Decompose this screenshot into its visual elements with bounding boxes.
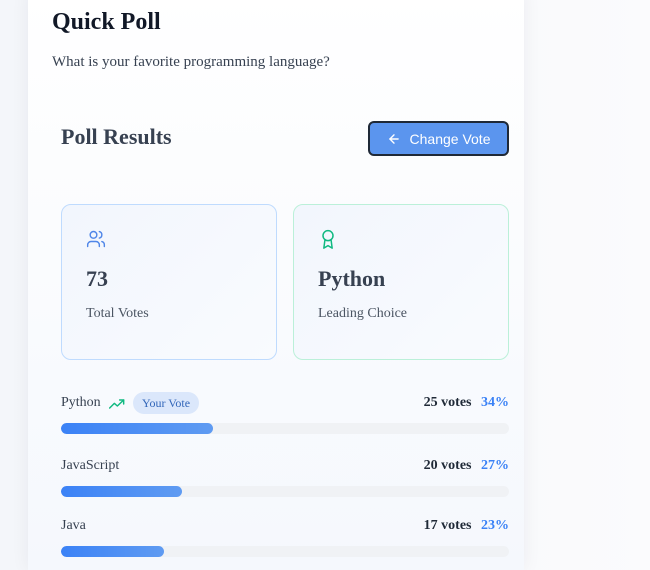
results-title: Poll Results [61,124,172,149]
leading-choice-label: Leading Choice [318,306,408,321]
change-vote-button[interactable]: Change Vote [368,121,509,156]
option-stats: 25 votes 34% [424,395,509,411]
poll-option-python: Python Your Vote 25 votes 34% [61,392,509,434]
option-name: Java [61,518,86,533]
progress-bar-track [61,546,509,557]
total-votes-value: 73 [86,266,108,291]
poll-question: What is your favorite programming langua… [52,54,330,70]
option-name: Python [61,395,101,410]
vote-percent: 27% [481,458,509,473]
your-vote-badge: Your Vote [133,392,200,414]
total-votes-label: Total Votes [86,306,149,321]
leading-choice-value: Python [318,266,386,291]
option-stats: 20 votes 27% [424,458,509,474]
vote-count: 25 votes [423,395,472,410]
total-votes-card: 73 Total Votes [61,204,277,360]
option-name: JavaScript [61,458,120,473]
progress-bar-track [61,486,509,497]
trending-up-icon [109,399,125,409]
progress-bar-track [61,423,509,434]
poll-title: Quick Poll [52,9,161,35]
progress-bar-fill [61,423,214,434]
arrow-left-icon [388,133,399,144]
poll-option-javascript: JavaScript 20 votes 27% [61,455,509,497]
leading-choice-card: Python Leading Choice [293,204,509,360]
change-vote-label: Change Vote [409,130,491,147]
option-stats: 17 votes 23% [424,518,509,534]
vote-count: 20 votes [423,458,472,473]
vote-percent: 23% [481,518,509,533]
progress-bar-fill [61,546,165,557]
poll-card: Quick Poll What is your favorite program… [28,0,524,570]
award-icon [322,229,334,249]
users-icon [86,230,106,248]
vote-percent: 34% [481,395,509,410]
vote-count: 17 votes [423,518,472,533]
poll-option-java: Java 17 votes 23% [61,515,509,557]
progress-bar-fill [61,486,182,497]
